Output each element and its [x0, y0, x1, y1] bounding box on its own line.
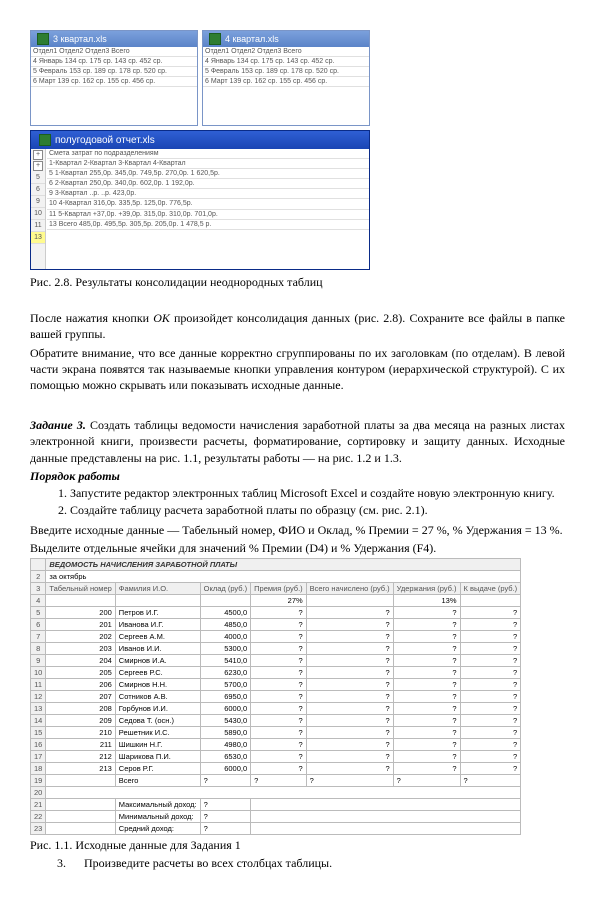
table-row: 16211Шишкин Н.Г.4980,0???? [31, 739, 521, 751]
titlebar-q3: 3 квартал.xls [31, 31, 197, 47]
table-total-row: 19 Всего ????? [31, 775, 521, 787]
table-row: 13208Горбунов И.И.6000,0???? [31, 703, 521, 715]
excel-icon [37, 33, 49, 45]
table-max-row: 21Максимальный доход:? [31, 799, 521, 811]
table-subtitle: за октябрь [46, 571, 521, 583]
task-3: Задание 3. Создать таблицы ведомости нач… [30, 417, 565, 466]
caption-fig-2-8: Рис. 2.8. Результаты консолидации неодно… [30, 274, 565, 290]
table-row: 17212Шарикова П.И.6530,0???? [31, 751, 521, 763]
titlebar-text: полугодовой отчет.xls [55, 135, 155, 146]
table-row: 14209Седова Т. (осн.)5430,0???? [31, 715, 521, 727]
paragraph: Обратите внимание, что все данные коррек… [30, 345, 565, 394]
task-3-label: Задание 3. [30, 418, 86, 432]
caption-fig-1-1: Рис. 1.1. Исходные данные для Задания 1 [30, 837, 565, 853]
screenshot-consolidation: 3 квартал.xls Отдел1 Отдел2 Отдел3 Всего… [30, 30, 565, 270]
outline-gutter: + + 569101113 [31, 149, 46, 269]
list-item: Запустите редактор электронных таблиц Mi… [70, 486, 565, 501]
sheet-area: + + 569101113 Смета затрат по подразделе… [31, 149, 369, 269]
table-row: 9204Смирнов И.А.5410,0???? [31, 655, 521, 667]
table-row: 15210Решетник И.С.5890,0???? [31, 727, 521, 739]
titlebar-report: полугодовой отчет.xls [31, 131, 369, 149]
table-row: 10205Сергеев Р.С.6230,0???? [31, 667, 521, 679]
excel-icon [39, 134, 51, 146]
excel-window-q3: 3 квартал.xls Отдел1 Отдел2 Отдел3 Всего… [30, 30, 198, 126]
table-pct-row: 4 27% 13% [31, 595, 521, 607]
table-row: 7202Сергеев А.М.4000,0???? [31, 631, 521, 643]
table-row: 12207Сотников А.В.6950,0???? [31, 691, 521, 703]
paragraph: После нажатия кнопки ОК произойдет консо… [30, 310, 565, 342]
table-row: 5200Петров И.Г.4500,0???? [31, 607, 521, 619]
paragraph: Введите исходные данные — Табельный номе… [30, 522, 565, 538]
excel-window-report: полугодовой отчет.xls + + 569101113 Смет… [30, 130, 370, 270]
table-avg-row: 23Средний доход:? [31, 823, 521, 835]
table-title: ВЕДОМОСТЬ НАЧИСЛЕНИЯ ЗАРАБОТНОЙ ПЛАТЫ [46, 559, 521, 571]
excel-icon [209, 33, 221, 45]
table-header-row: 3 Табельный номер Фамилия И.О. Оклад (ру… [31, 583, 521, 595]
list-item: Создайте таблицу расчета заработной плат… [70, 503, 565, 518]
table-row: 18213Серов Р.Г.6000,0???? [31, 763, 521, 775]
order-heading: Порядок работы [30, 468, 565, 484]
excel-window-q4: 4 квартал.xls Отдел1 Отдел2 Отдел3 Всего… [202, 30, 370, 126]
outline-toggle-icon: + [33, 150, 43, 160]
titlebar-q4: 4 квартал.xls [203, 31, 369, 47]
table-row: 6201Иванова И.Г.4850,0???? [31, 619, 521, 631]
sheet-area: Отдел1 Отдел2 Отдел3 Всего 4 Январь 134 … [203, 47, 369, 125]
ok-label: ОК [153, 311, 170, 325]
table-row: 11206Смирнов Н.Н.5700,0???? [31, 679, 521, 691]
titlebar-text: 3 квартал.xls [53, 34, 107, 44]
table-min-row: 22Минимальный доход:? [31, 811, 521, 823]
order-list: Запустите редактор электронных таблиц Mi… [30, 486, 565, 518]
screenshot-payroll-table: ВЕДОМОСТЬ НАЧИСЛЕНИЯ ЗАРАБОТНОЙ ПЛАТЫ 2з… [30, 558, 521, 835]
outline-toggle-icon: + [33, 161, 43, 171]
paragraph: Выделите отдельные ячейки для значений %… [30, 540, 565, 556]
list-item-3: 3.Произведите расчеты во всех столбцах т… [30, 855, 565, 871]
table-row: 8203Иванов И.И.5300,0???? [31, 643, 521, 655]
sheet-area: Отдел1 Отдел2 Отдел3 Всего 4 Январь 134 … [31, 47, 197, 125]
titlebar-text: 4 квартал.xls [225, 34, 279, 44]
